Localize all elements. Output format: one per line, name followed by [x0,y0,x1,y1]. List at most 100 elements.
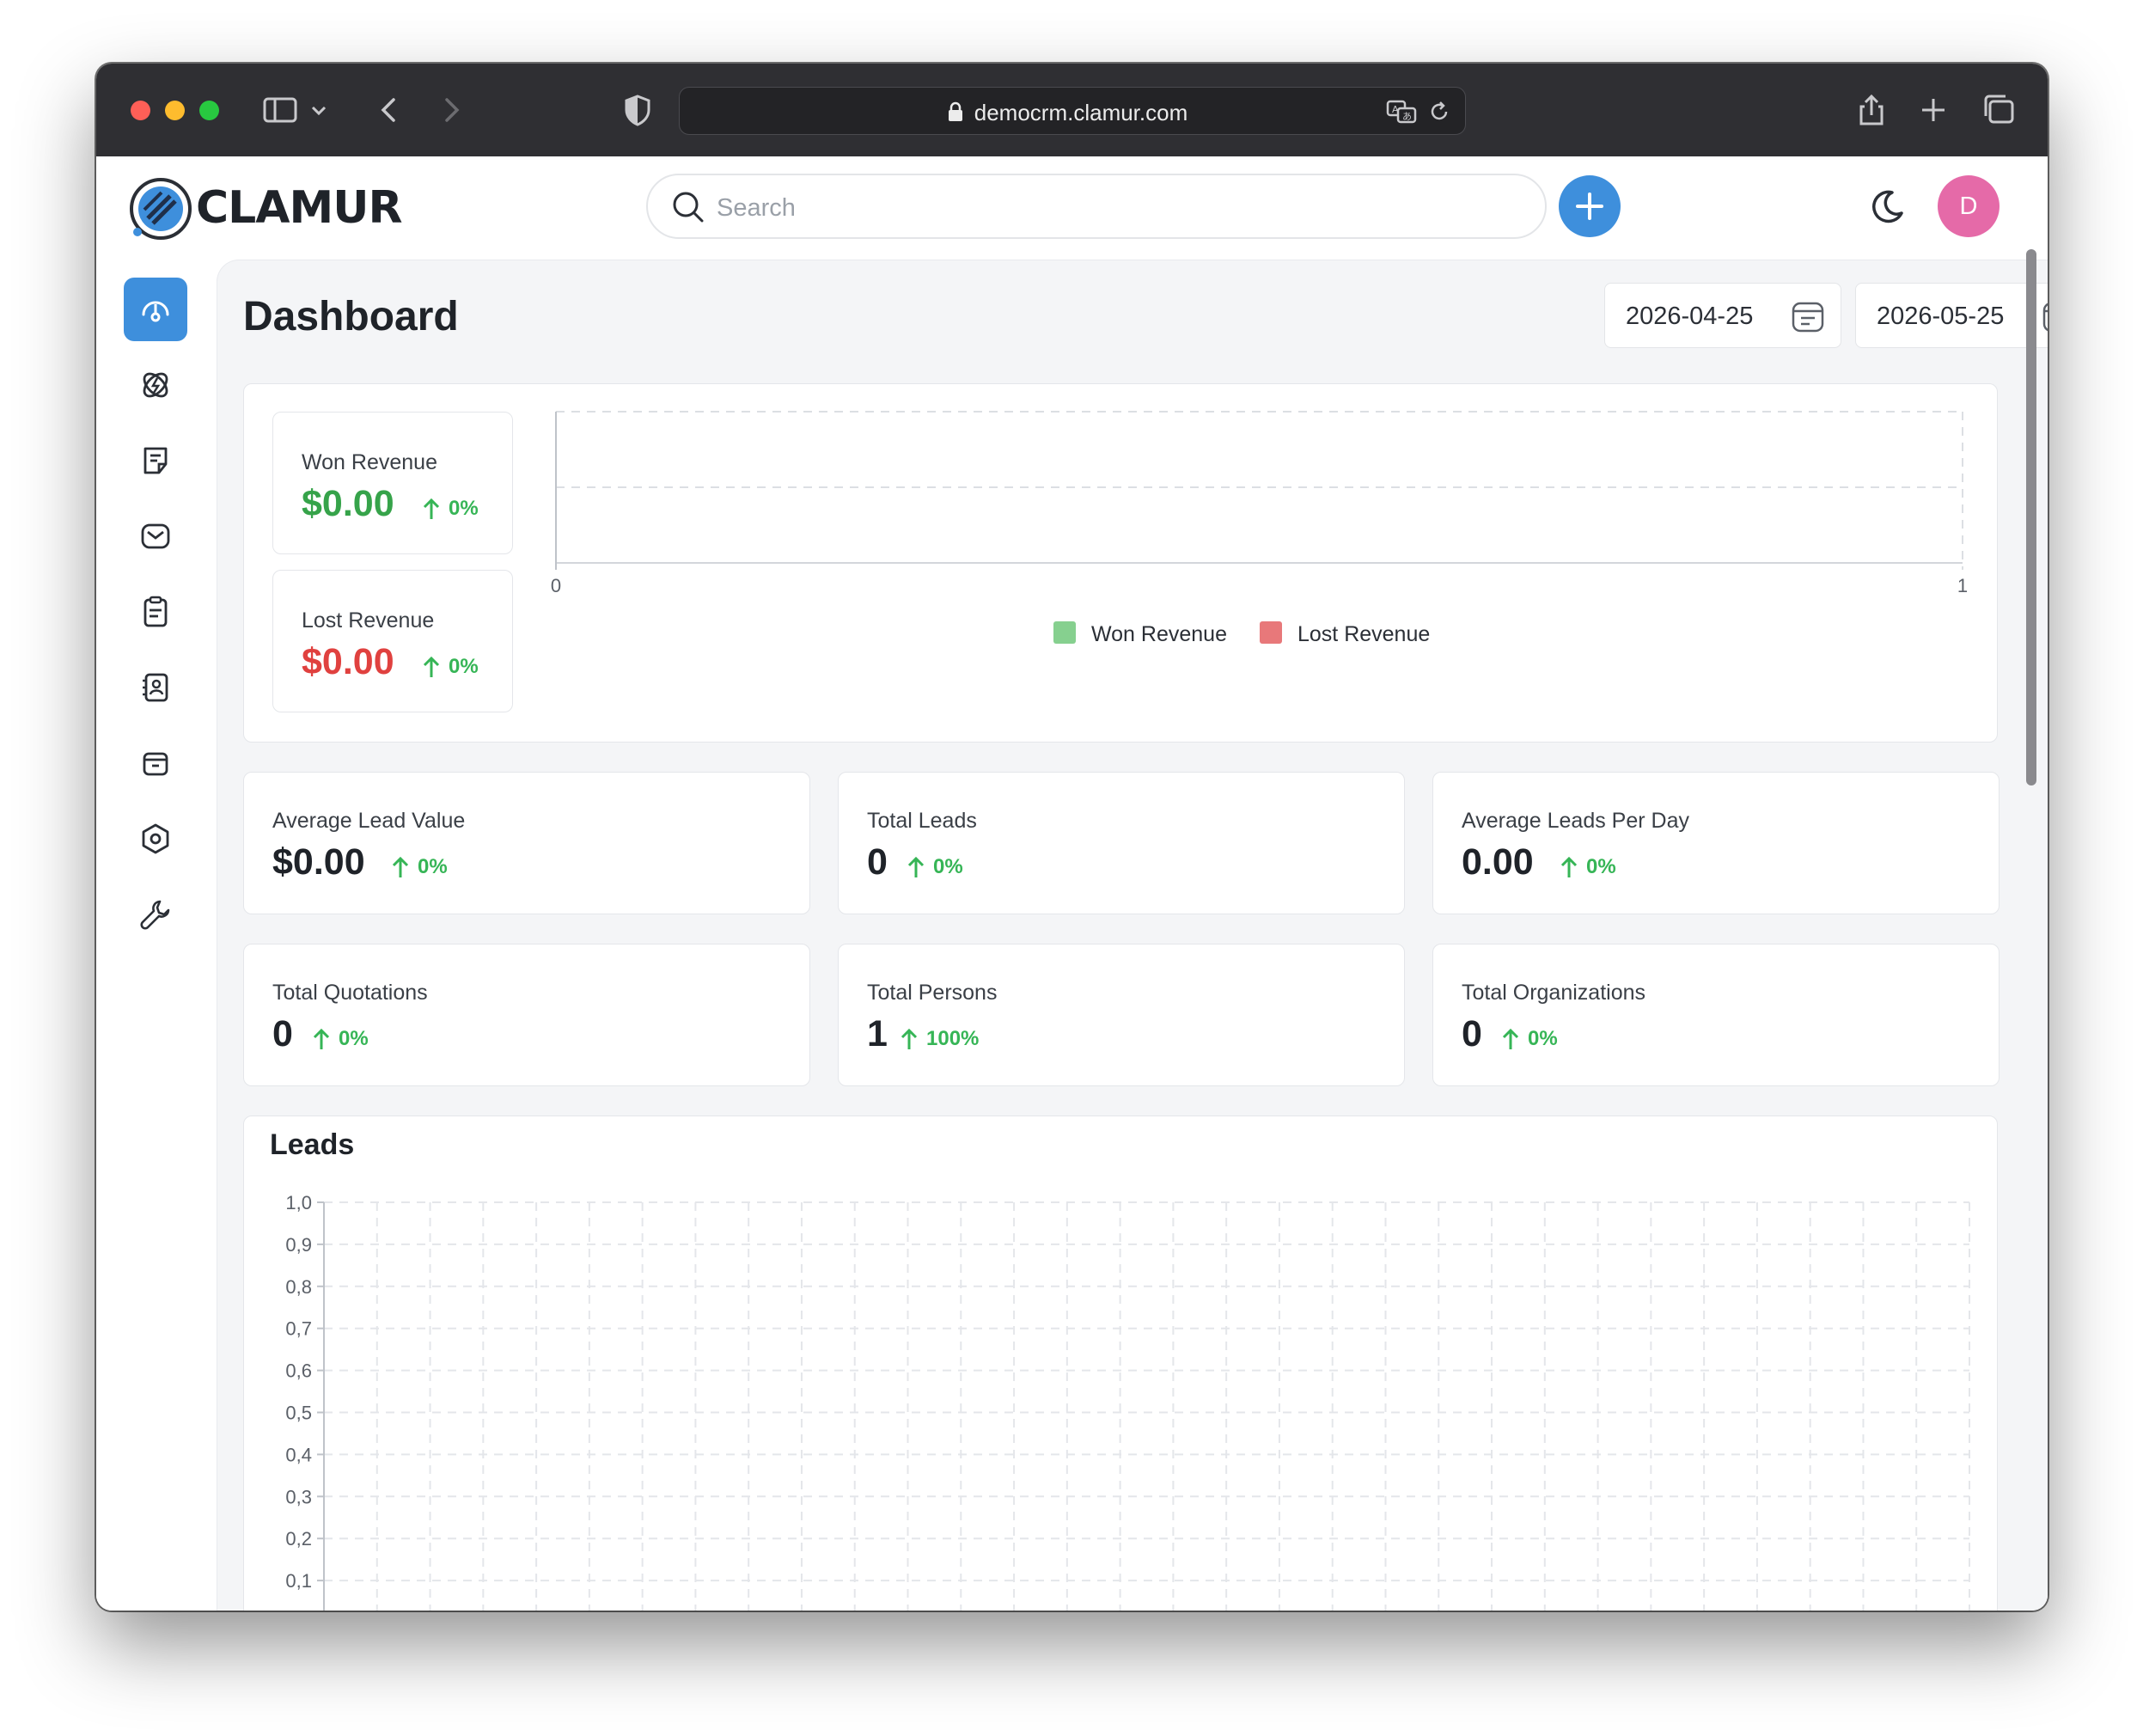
x-tick-label: 1 [1957,575,1968,596]
revenue-chart: 0 1 Won Revenue Lost Revenue [551,411,1968,646]
lost-revenue-card: Lost Revenue $0.00 0% [272,570,513,712]
stat-label: Total Persons [867,981,998,1005]
search-input[interactable]: Search [717,194,796,223]
y-tick-label: 0,7 [285,1318,312,1340]
app-header: CLAMUR Search D [96,156,2048,260]
clamur-logo-icon[interactable] [127,175,194,242]
svg-text:A: A [1392,104,1399,115]
legend-label-lost[interactable]: Lost Revenue [1297,622,1430,646]
won-revenue-value: $0.00 [302,483,394,524]
arrow-up-icon [1560,856,1578,877]
legend-swatch-won [1053,621,1076,644]
stat-change: 0% [1528,1027,1558,1050]
tab-overview-icon[interactable] [1978,89,2019,131]
start-date-picker[interactable]: 2026-04-25 [1604,283,1841,348]
stat-card-total-organizations: Total Organizations 0 0% [1432,944,2000,1086]
sidebar-item-mail[interactable] [124,504,187,568]
main-content: Dashboard 2026-04-25 2026-05-25 Won Reve… [217,260,2048,1611]
sidebar-item-configuration[interactable] [124,883,187,946]
stat-label: Average Leads Per Day [1462,809,1689,833]
arrow-up-icon [313,1028,330,1049]
stat-card-total-quotations: Total Quotations 0 0% [243,944,810,1086]
sidebar-item-contacts[interactable] [124,656,187,719]
sidebar [96,260,217,1611]
address-bar[interactable]: democrm.clamur.com A あ [679,87,1466,135]
stat-change: 0% [418,855,448,878]
sidebar-item-settings[interactable] [124,807,187,871]
sidebar-item-products[interactable] [124,731,187,795]
chevron-down-icon[interactable] [306,89,332,131]
legend-label-won[interactable]: Won Revenue [1091,622,1227,646]
y-tick-label: 0,9 [285,1234,312,1256]
stat-value: 1 [867,1013,888,1054]
configuration-icon [140,900,170,930]
search-icon [673,192,704,223]
dark-mode-moon-icon[interactable] [1866,186,1908,227]
stat-value: 0 [1462,1013,1482,1054]
x-tick-label: 0 [551,575,561,596]
stat-change: 0% [339,1027,369,1050]
stat-value: 0.00 [1462,841,1534,883]
new-tab-icon[interactable] [1913,89,1954,131]
leads-icon [143,372,168,398]
back-arrow-icon[interactable] [369,89,411,131]
stat-card-total-persons: Total Persons 1 100% [838,944,1405,1086]
stat-change: 100% [926,1027,980,1050]
forward-arrow-icon[interactable] [430,89,471,131]
browser-titlebar: democrm.clamur.com A あ [96,64,2048,156]
leads-title: Leads [270,1128,355,1161]
stat-card-average-lead-value: Average Lead Value $0.00 0% [243,772,810,914]
start-date-value[interactable]: 2026-04-25 [1626,303,1753,331]
y-tick-label: 0,5 [285,1403,312,1424]
maximize-window-button[interactable] [199,101,219,120]
calendar-icon[interactable] [1789,297,1827,335]
arrow-up-icon [1502,1028,1519,1049]
won-revenue-card: Won Revenue $0.00 0% [272,412,513,554]
translate-icon[interactable]: A あ [1386,98,1419,125]
leads-panel: Leads 1,0 0,9 0,8 0,7 0,6 0,5 0,4 0,3 0,2 0,1 [243,1116,1998,1611]
sidebar-item-quotes[interactable] [124,429,187,492]
privacy-shield-icon[interactable] [617,89,658,131]
brand-name[interactable]: CLAMUR [196,182,403,234]
stat-change: 0% [933,855,963,878]
close-window-button[interactable] [131,101,150,120]
products-icon [143,752,168,776]
lost-revenue-value: $0.00 [302,641,394,682]
quick-create-button[interactable] [1559,175,1621,237]
contacts-icon [143,673,168,702]
arrow-up-icon [907,856,925,877]
arrow-up-icon [423,656,440,677]
dashboard-icon [142,301,169,322]
sidebar-toggle-icon[interactable] [259,89,301,131]
sidebar-item-leads[interactable] [124,353,187,417]
stat-value: 0 [272,1013,293,1054]
y-tick-label: 0,4 [285,1444,312,1465]
sidebar-item-dashboard[interactable] [124,278,187,341]
y-tick-label: 0,3 [285,1486,312,1507]
arrow-up-icon [423,498,440,519]
svg-text:あ: あ [1402,111,1412,122]
stat-value: 0 [867,841,888,883]
leads-chart: 1,0 0,9 0,8 0,7 0,6 0,5 0,4 0,3 0,2 0,1 [285,1192,1970,1611]
stat-label: Total Leads [867,809,977,833]
settings-icon [142,823,169,854]
y-tick-label: 0,2 [285,1528,312,1550]
calendar-icon[interactable] [2040,297,2048,335]
app-page: CLAMUR Search D Dashboard 2026-04-25 202… [96,156,2048,1611]
end-date-picker[interactable]: 2026-05-25 [1855,283,2048,348]
url-text: democrm.clamur.com [974,100,1188,125]
end-date-value[interactable]: 2026-05-25 [1877,303,2004,331]
lost-revenue-label: Lost Revenue [302,608,435,633]
legend-swatch-lost [1260,621,1282,644]
plus-icon [1576,193,1603,220]
stat-card-total-leads: Total Leads 0 0% [838,772,1405,914]
page-scrollbar[interactable] [2026,249,2036,785]
user-avatar[interactable]: D [1938,175,2000,237]
minimize-window-button[interactable] [165,101,185,120]
sidebar-item-activities[interactable] [124,580,187,644]
share-icon[interactable] [1851,89,1892,131]
stat-card-average-leads-per-day: Average Leads Per Day 0.00 0% [1432,772,2000,914]
y-tick-label: 1,0 [285,1192,312,1213]
reload-icon[interactable] [1426,98,1453,125]
search-bar[interactable]: Search [646,174,1547,239]
